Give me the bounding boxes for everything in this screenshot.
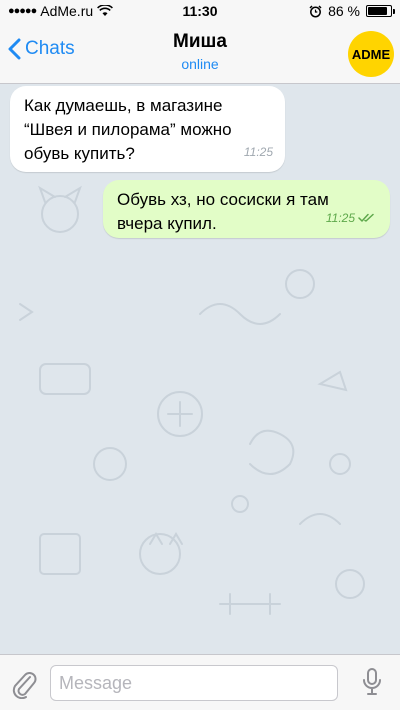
status-time: 11:30 <box>182 3 218 19</box>
message-meta: 11:25 <box>326 206 376 230</box>
contact-status: online <box>181 56 219 72</box>
avatar-logo-text: ADME <box>351 46 391 62</box>
chat-area[interactable]: Как думаешь, в магазине “Швея и пилорама… <box>0 84 400 654</box>
message-input[interactable] <box>50 665 338 701</box>
battery-level <box>368 7 387 15</box>
contact-info[interactable]: Миша online <box>0 31 400 72</box>
contact-name: Миша <box>173 31 227 52</box>
message-time: 11:25 <box>243 145 273 159</box>
outgoing-message[interactable]: Обувь хз, но сосиски я там вчера купил. … <box>103 180 390 238</box>
double-check-icon <box>358 213 374 222</box>
status-bar: ●●●●● AdMe.ru 11:30 86 % <box>0 0 400 22</box>
chat-header: Chats Миша online ADME <box>0 22 400 84</box>
attach-icon[interactable] <box>10 669 38 699</box>
incoming-message[interactable]: Как думаешь, в магазине “Швея и пилорама… <box>10 86 285 172</box>
message-input-bar <box>0 654 400 710</box>
message-text: Как думаешь, в магазине “Швея и пилорама… <box>24 96 232 163</box>
battery-icon <box>366 5 395 17</box>
microphone-icon[interactable] <box>362 667 382 697</box>
message-time: 11:25 <box>325 211 355 225</box>
avatar[interactable]: ADME <box>348 31 394 77</box>
